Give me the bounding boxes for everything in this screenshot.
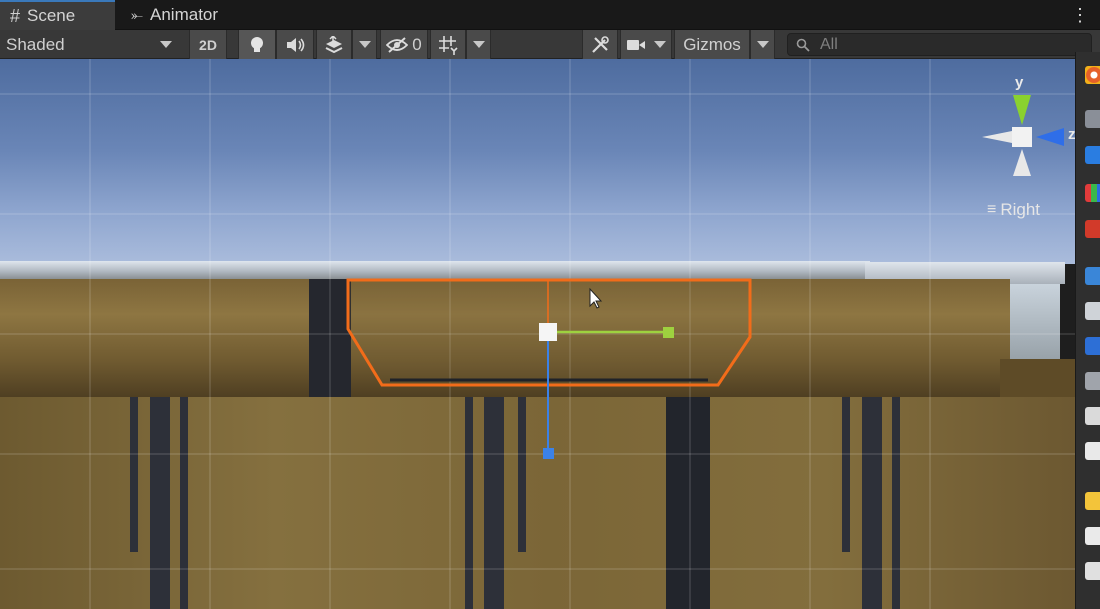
chevron-down-icon: [160, 41, 172, 48]
light-bulb-icon: [251, 36, 263, 52]
gizmo-z-cone[interactable]: [1036, 128, 1064, 146]
effects-dropdown[interactable]: [352, 30, 377, 59]
camera-settings-dropdown[interactable]: [620, 30, 672, 59]
tools-icon: [592, 35, 609, 53]
gizmo-neg-y-cone[interactable]: [1013, 149, 1031, 176]
lighting-toggle-button[interactable]: [238, 30, 276, 59]
window-tab-bar: # Scene ⤜ Animator ⋮: [0, 0, 1100, 30]
speaker-icon: [287, 37, 305, 52]
camera-icon: [627, 39, 645, 50]
hidden-count: 0: [412, 34, 422, 54]
gizmo-y-label: y: [1015, 74, 1024, 91]
chevron-down-icon: [358, 41, 371, 48]
tab-label: Scene: [27, 6, 76, 25]
grid-dropdown[interactable]: [466, 30, 491, 59]
chevron-down-icon: [654, 41, 666, 48]
center-handle[interactable]: [539, 323, 557, 341]
search-icon: [796, 38, 810, 52]
grid-icon: [439, 35, 458, 55]
grid-toggle-button[interactable]: [430, 30, 466, 59]
palette-icon[interactable]: [1085, 184, 1100, 202]
tools-button[interactable]: [582, 30, 618, 59]
window-icon[interactable]: [1085, 267, 1100, 285]
orientation-gizmo[interactable]: [982, 95, 1064, 176]
search-input[interactable]: All: [787, 33, 1092, 56]
view-orientation-label[interactable]: ≡ Right: [987, 200, 1040, 220]
shading-mode-label: Shaded: [6, 34, 65, 54]
view-name: Right: [1000, 200, 1041, 219]
upload-icon[interactable]: [1085, 146, 1100, 164]
z-axis-handle-cap[interactable]: [543, 448, 554, 459]
gizmo-neg-z-cone[interactable]: [982, 131, 1012, 143]
toggle-2d-button[interactable]: 2D: [189, 30, 227, 59]
tab-animator[interactable]: ⤜ Animator: [131, 0, 251, 30]
document-icon[interactable]: [1085, 527, 1100, 545]
gear-icon[interactable]: [1085, 407, 1100, 425]
scene-toolbar: Shaded 2D 0 Gizmos All: [0, 30, 1100, 59]
settings-asset-icon[interactable]: [1085, 562, 1100, 580]
shading-mode-dropdown[interactable]: Shaded: [0, 30, 180, 59]
hash-icon: #: [10, 5, 21, 26]
side-dock: [1075, 52, 1100, 609]
tab-scene[interactable]: # Scene: [0, 0, 115, 30]
search-placeholder: All: [820, 35, 838, 53]
gizmo-y-cone[interactable]: [1013, 95, 1031, 125]
audio-toggle-button[interactable]: [276, 30, 314, 59]
tab-label: Animator: [150, 5, 219, 24]
text-asset-icon[interactable]: [1085, 442, 1100, 460]
more-options-icon[interactable]: ⋮: [1071, 5, 1089, 26]
layers-icon: [325, 35, 343, 53]
scene-visibility-toggle[interactable]: 0: [380, 30, 428, 59]
effects-toggle-button[interactable]: [316, 30, 352, 59]
browser-icon[interactable]: [1085, 66, 1100, 84]
folder-icon[interactable]: [1085, 492, 1100, 510]
gizmo-center-cube[interactable]: [1012, 127, 1032, 147]
drive-icon[interactable]: [1085, 337, 1100, 355]
y-axis-handle-cap[interactable]: [663, 327, 674, 338]
close-tool-icon[interactable]: [1085, 372, 1100, 390]
toolbox-icon[interactable]: [1085, 220, 1100, 238]
selection-overlay: [346, 95, 1064, 459]
hamburger-icon: ≡: [987, 201, 997, 218]
animator-icon: ⤜: [131, 6, 144, 24]
scene-viewport[interactable]: y z ≡ Right: [0, 59, 1100, 609]
gizmos-toggle-button[interactable]: Gizmos: [674, 30, 750, 59]
chevron-down-icon: [756, 41, 769, 48]
gizmos-label: Gizmos: [683, 34, 741, 54]
gizmos-dropdown[interactable]: [750, 30, 775, 59]
chevron-down-icon: [472, 41, 485, 48]
cloud-icon[interactable]: [1085, 302, 1100, 320]
app-icon[interactable]: [1085, 110, 1100, 128]
eye-hidden-icon: [386, 36, 409, 53]
